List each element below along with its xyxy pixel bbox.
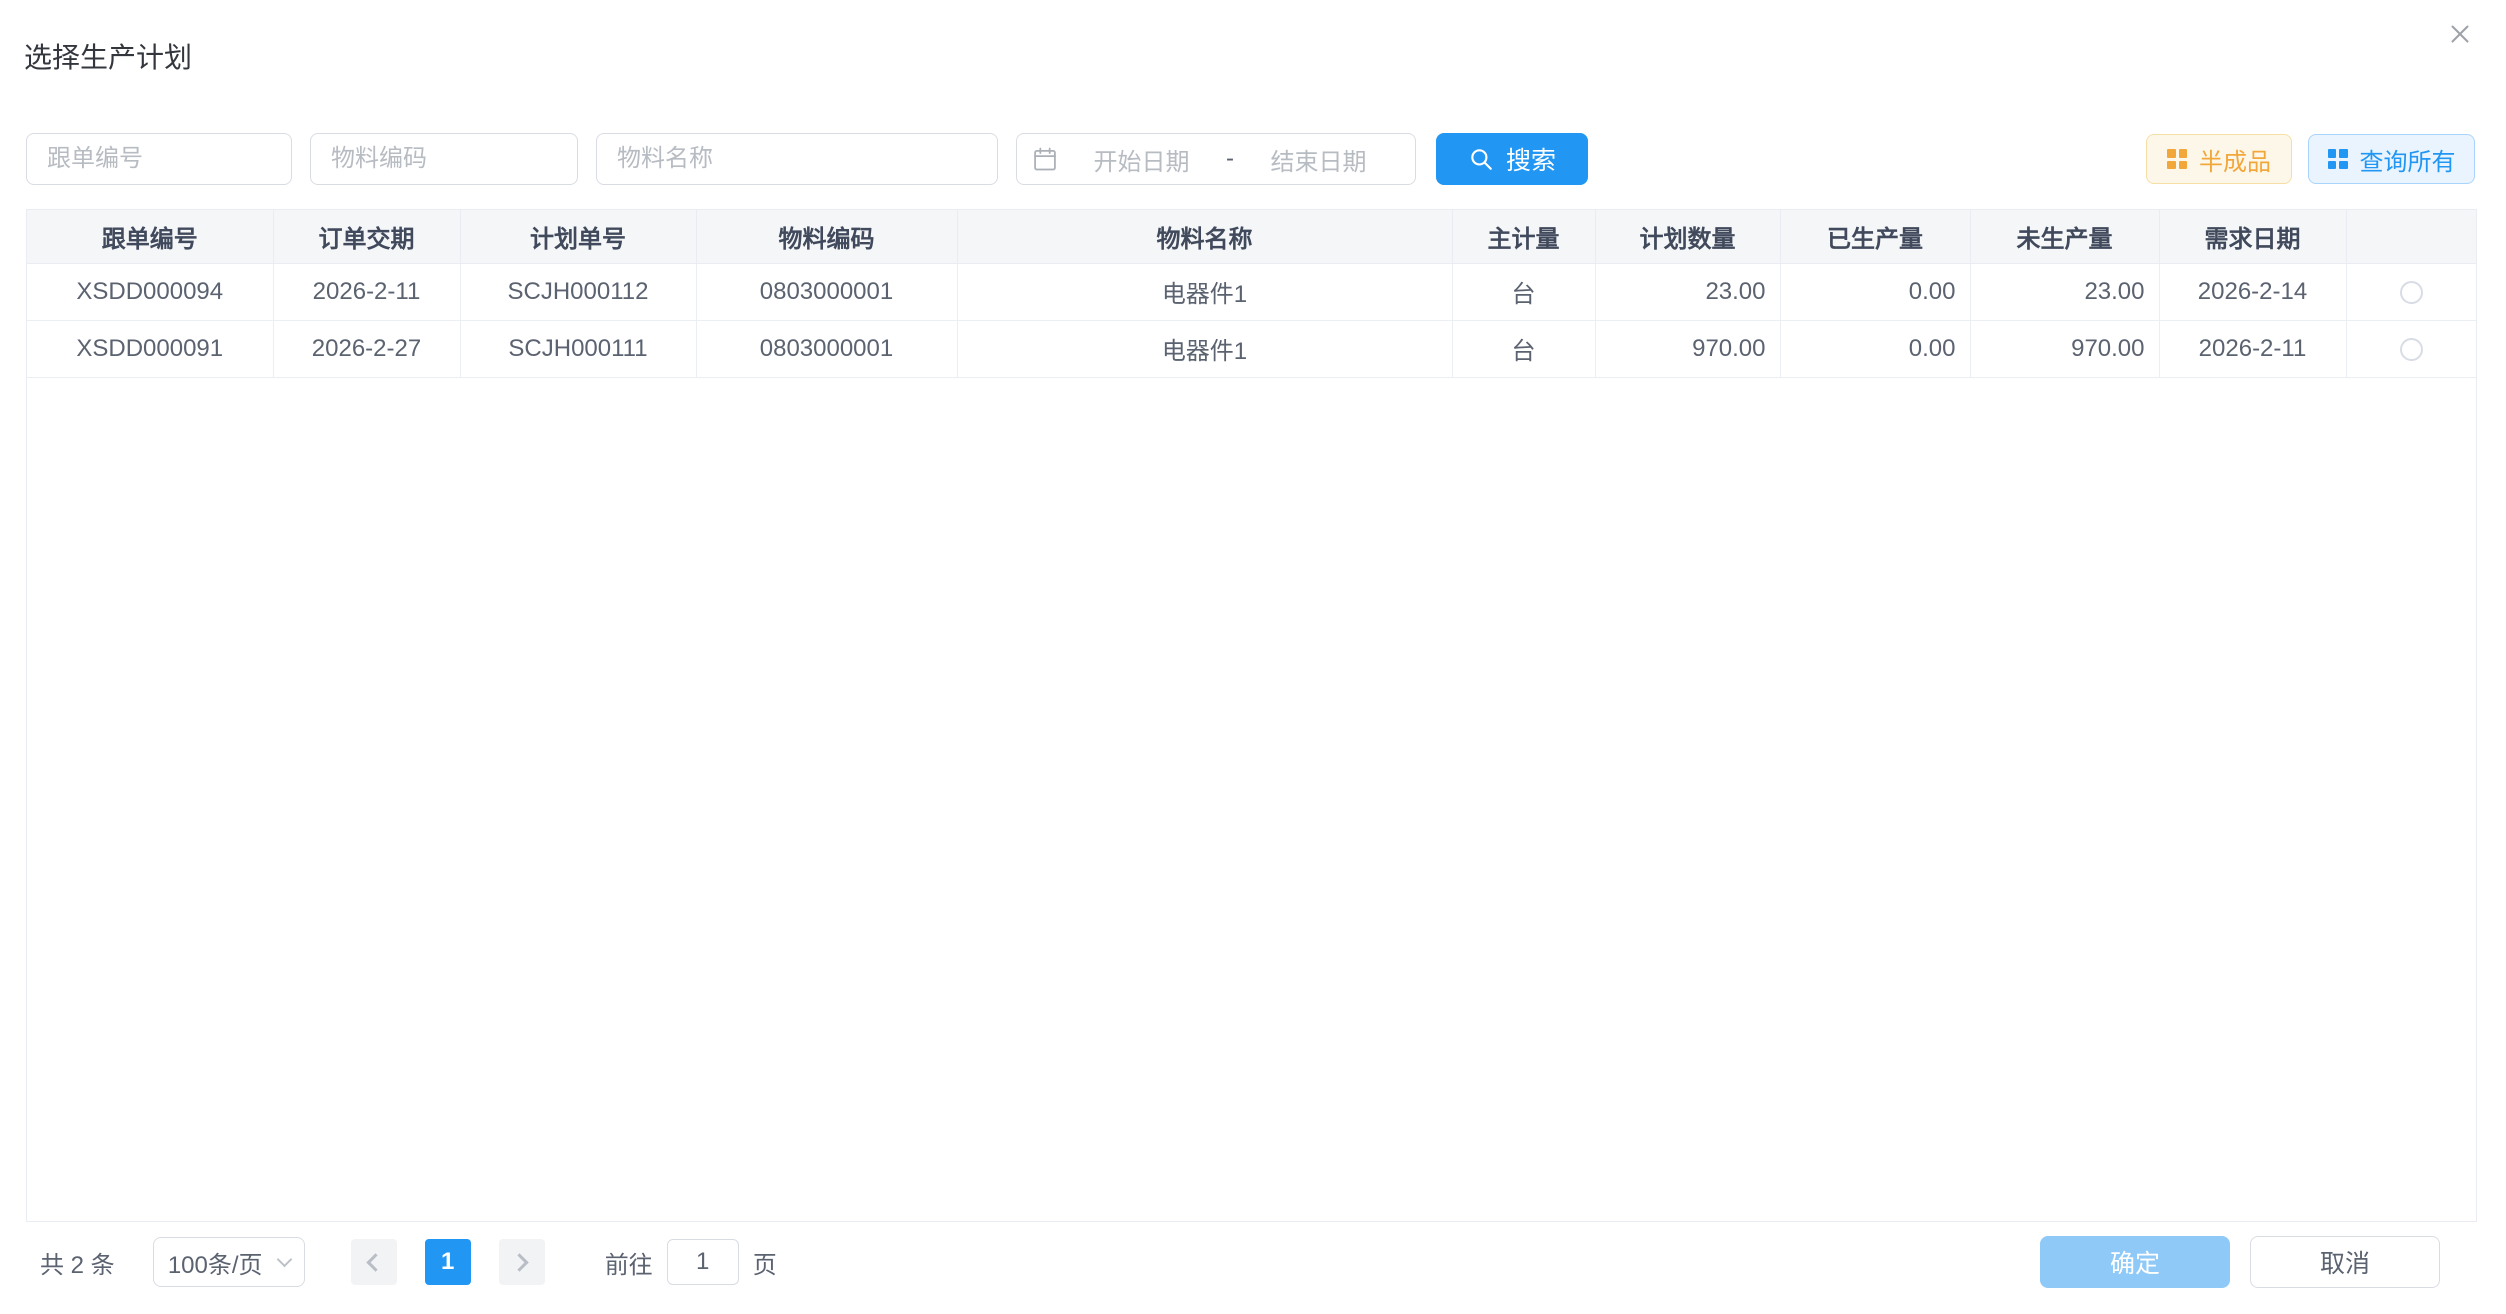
cell-plan-no: SCJH000112 (460, 263, 696, 320)
semi-finished-button[interactable]: 半成品 (2146, 134, 2292, 184)
chevron-left-icon (366, 1253, 384, 1271)
table-row[interactable]: XSDD000091 2026-2-27 SCJH000111 08030000… (27, 320, 2476, 377)
search-button-label: 搜索 (1506, 141, 1556, 177)
page-size-value: 100条/页 (168, 1245, 263, 1280)
dialog-footer: 共 2 条 100条/页 1 前往 页 确定 取消 (26, 1236, 2477, 1288)
row-radio-button[interactable] (2400, 281, 2423, 304)
date-range-picker[interactable]: 开始日期 - 结束日期 (1016, 133, 1416, 185)
semi-finished-label: 半成品 (2199, 142, 2271, 177)
cell-planned-qty: 970.00 (1595, 320, 1780, 377)
col-demand-date: 需求日期 (2159, 210, 2346, 263)
chevron-down-icon (276, 1251, 292, 1267)
col-material-name: 物料名称 (957, 210, 1452, 263)
col-unproduced-qty: 未生产量 (1970, 210, 2159, 263)
cell-unproduced-qty: 970.00 (1970, 320, 2159, 377)
pagination: 1 (351, 1239, 545, 1285)
col-select (2346, 210, 2476, 263)
material-name-input[interactable] (596, 133, 998, 185)
chevron-right-icon (510, 1253, 528, 1271)
grid-icon (2328, 149, 2348, 169)
cell-material-code: 0803000001 (696, 320, 957, 377)
cell-material-name: 电器件1 (957, 263, 1452, 320)
row-radio-button[interactable] (2400, 338, 2423, 361)
cell-order-no: XSDD000091 (27, 320, 273, 377)
goto-page: 前往 页 (605, 1239, 777, 1285)
total-count: 共 2 条 (40, 1245, 115, 1280)
goto-label: 前往 (605, 1245, 653, 1280)
plan-table-container: 跟单编号 订单交期 计划单号 物料编码 物料名称 主计量 计划数量 已生产量 未… (26, 209, 2477, 1222)
cell-delivery-date: 2026-2-27 (273, 320, 460, 377)
cell-unproduced-qty: 23.00 (1970, 263, 2159, 320)
next-page-button[interactable] (499, 1239, 545, 1285)
cell-select (2346, 263, 2476, 320)
col-plan-no: 计划单号 (460, 210, 696, 263)
grid-icon (2167, 149, 2187, 169)
cell-unit: 台 (1452, 320, 1595, 377)
page-title: 选择生产计划 (24, 36, 192, 76)
table-header-row: 跟单编号 订单交期 计划单号 物料编码 物料名称 主计量 计划数量 已生产量 未… (27, 210, 2476, 263)
cell-demand-date: 2026-2-14 (2159, 263, 2346, 320)
col-delivery-date: 订单交期 (273, 210, 460, 263)
plan-table: 跟单编号 订单交期 计划单号 物料编码 物料名称 主计量 计划数量 已生产量 未… (27, 210, 2476, 378)
cell-material-code: 0803000001 (696, 263, 957, 320)
col-produced-qty: 已生产量 (1780, 210, 1970, 263)
cell-unit: 台 (1452, 263, 1595, 320)
cell-demand-date: 2026-2-11 (2159, 320, 2346, 377)
cell-produced-qty: 0.00 (1780, 320, 1970, 377)
search-icon (1468, 146, 1494, 172)
col-order-no: 跟单编号 (27, 210, 273, 263)
cell-order-no: XSDD000094 (27, 263, 273, 320)
query-all-label: 查询所有 (2360, 142, 2456, 177)
action-buttons: 确定 取消 (2040, 1236, 2440, 1288)
cell-material-name: 电器件1 (957, 320, 1452, 377)
query-all-button[interactable]: 查询所有 (2308, 134, 2475, 184)
cell-produced-qty: 0.00 (1780, 263, 1970, 320)
current-page-button[interactable]: 1 (425, 1239, 471, 1285)
confirm-button[interactable]: 确定 (2040, 1236, 2230, 1288)
page-size-select[interactable]: 100条/页 (153, 1237, 305, 1287)
order-no-input[interactable] (26, 133, 292, 185)
table-row[interactable]: XSDD000094 2026-2-11 SCJH000112 08030000… (27, 263, 2476, 320)
filter-bar: 开始日期 - 结束日期 搜索 半成品 查询所有 (26, 133, 2475, 185)
goto-page-input[interactable] (667, 1239, 739, 1285)
cell-delivery-date: 2026-2-11 (273, 263, 460, 320)
cell-planned-qty: 23.00 (1595, 263, 1780, 320)
cell-plan-no: SCJH000111 (460, 320, 696, 377)
page-unit-label: 页 (753, 1245, 777, 1280)
calendar-icon (1031, 145, 1059, 173)
cell-select (2346, 320, 2476, 377)
col-material-code: 物料编码 (696, 210, 957, 263)
search-button[interactable]: 搜索 (1436, 133, 1588, 185)
date-start-placeholder: 开始日期 (1059, 142, 1224, 177)
cancel-button[interactable]: 取消 (2250, 1236, 2440, 1288)
prev-page-button[interactable] (351, 1239, 397, 1285)
close-icon (2445, 19, 2475, 49)
col-unit: 主计量 (1452, 210, 1595, 263)
col-planned-qty: 计划数量 (1595, 210, 1780, 263)
close-button[interactable] (2442, 16, 2478, 52)
date-end-placeholder: 结束日期 (1236, 142, 1401, 177)
date-separator: - (1224, 145, 1236, 173)
material-code-input[interactable] (310, 133, 578, 185)
